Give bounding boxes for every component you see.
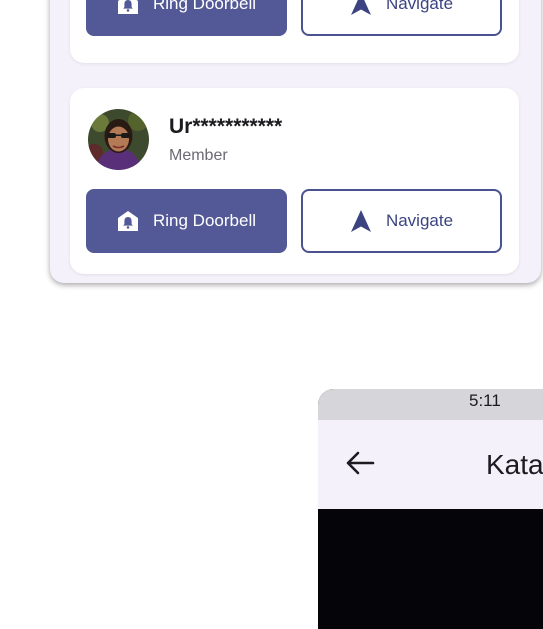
status-bar: 5:11 xyxy=(318,389,543,420)
status-time: 5:11 xyxy=(469,391,501,410)
member-role: Member xyxy=(169,147,228,164)
app-bar: Kata xyxy=(318,420,543,509)
navigation-arrow-icon xyxy=(350,0,372,16)
navigation-arrow-icon xyxy=(350,209,372,233)
navigate-label: Navigate xyxy=(385,211,454,230)
ring-doorbell-label: Ring Doorbell xyxy=(153,211,256,230)
member-name: Ur*********** xyxy=(169,115,283,138)
second-phone-screen: 5:11 Kata xyxy=(318,389,543,629)
content-area xyxy=(318,509,543,629)
navigate-button[interactable]: Navigate xyxy=(301,189,502,253)
doorbell-icon xyxy=(117,0,139,15)
page-title: Kata xyxy=(486,449,543,480)
ring-doorbell-button[interactable]: Ring Doorbell xyxy=(86,0,287,36)
doorbell-icon xyxy=(117,210,139,232)
members-panel: Ring Doorbell Navigate Ur*********** Mem… xyxy=(50,0,541,283)
member-card: Ur*********** Member Ring Doorbell Navig… xyxy=(70,88,519,274)
avatar xyxy=(88,109,149,170)
navigate-label: Navigate xyxy=(385,0,454,13)
back-arrow-icon xyxy=(345,451,375,480)
navigate-button[interactable]: Navigate xyxy=(301,0,502,36)
ring-doorbell-button[interactable]: Ring Doorbell xyxy=(86,189,287,253)
member-card: Ring Doorbell Navigate xyxy=(70,0,519,63)
ring-doorbell-label: Ring Doorbell xyxy=(153,0,256,13)
back-button[interactable] xyxy=(345,450,375,480)
